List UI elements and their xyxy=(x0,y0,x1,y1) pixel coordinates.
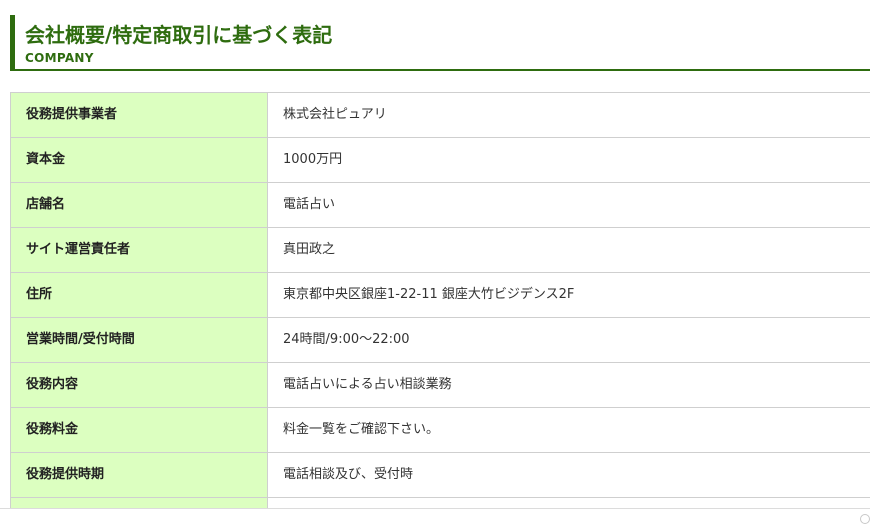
row-label: 営業時間/受付時間 xyxy=(10,317,268,363)
table-row: 役務提供時期 電話相談及び、受付時 xyxy=(10,452,870,498)
table-row: 住所 東京都中央区銀座1-22-11 銀座大竹ビジデンス2F xyxy=(10,272,870,318)
row-label: サイト運営責任者 xyxy=(10,227,268,273)
table-row: 役務料金 料金一覧をご確認下さい。 xyxy=(10,407,870,453)
row-label: 店舗名 xyxy=(10,182,268,228)
table-row: 役務提供事業者 株式会社ピュアリ xyxy=(10,92,870,138)
page-top-button-icon[interactable] xyxy=(860,514,870,524)
row-value: 真田政之 xyxy=(267,227,870,273)
table-row: サイト運営責任者 真田政之 xyxy=(10,227,870,273)
row-value: 株式会社ピュアリ xyxy=(267,92,870,138)
row-label: 役務提供時期 xyxy=(10,452,268,498)
page: 会社概要/特定商取引に基づく表記 COMPANY 役務提供事業者 株式会社ピュア… xyxy=(0,0,870,525)
row-value: 料金一覧をご確認下さい。 xyxy=(267,407,870,453)
company-info-table-container: 役務提供事業者 株式会社ピュアリ 資本金 1000万円 店舗名 電話占い サイト… xyxy=(10,92,870,508)
section-heading: 会社概要/特定商取引に基づく表記 COMPANY xyxy=(10,15,870,71)
row-value: 東京都中央区銀座1-22-11 銀座大竹ビジデンス2F xyxy=(267,272,870,318)
page-subtitle: COMPANY xyxy=(25,51,94,65)
row-label: 住所 xyxy=(10,272,268,318)
row-value: 1000万円 xyxy=(267,137,870,183)
row-value: 電話占い xyxy=(267,182,870,228)
table-row xyxy=(10,497,870,508)
row-label: 資本金 xyxy=(10,137,268,183)
row-label: 役務料金 xyxy=(10,407,268,453)
company-info-table: 役務提供事業者 株式会社ピュアリ 資本金 1000万円 店舗名 電話占い サイト… xyxy=(10,92,870,508)
table-row: 営業時間/受付時間 24時間/9:00～22:00 xyxy=(10,317,870,363)
table-row: 店舗名 電話占い xyxy=(10,182,870,228)
row-value: 電話占いによる占い相談業務 xyxy=(267,362,870,408)
row-value: 24時間/9:00～22:00 xyxy=(267,317,870,363)
table-row: 役務内容 電話占いによる占い相談業務 xyxy=(10,362,870,408)
row-value xyxy=(267,497,870,508)
row-value: 電話相談及び、受付時 xyxy=(267,452,870,498)
row-label: 役務内容 xyxy=(10,362,268,408)
table-row: 資本金 1000万円 xyxy=(10,137,870,183)
row-label: 役務提供事業者 xyxy=(10,92,268,138)
row-label xyxy=(10,497,268,508)
page-title: 会社概要/特定商取引に基づく表記 xyxy=(25,23,333,47)
bottom-divider xyxy=(0,508,870,509)
